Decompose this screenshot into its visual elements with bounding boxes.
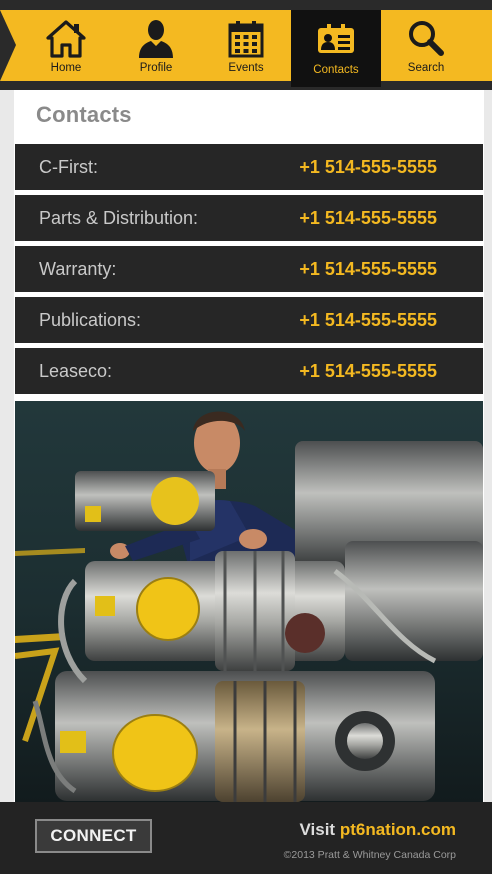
connect-button[interactable]: CONNECT bbox=[35, 819, 152, 853]
contact-name: Parts & Distribution: bbox=[39, 208, 199, 228]
visit-prefix: Visit bbox=[299, 820, 336, 839]
contact-row-leaseco[interactable]: Leaseco: +1 514-555-5555 bbox=[15, 348, 483, 394]
contact-row-warranty[interactable]: Warranty: +1 514-555-5555 bbox=[15, 246, 483, 292]
contact-card-icon bbox=[318, 24, 354, 53]
contact-name: C-First: bbox=[39, 157, 98, 177]
calendar-icon bbox=[228, 21, 264, 58]
contact-name: Warranty: bbox=[39, 259, 117, 279]
nav-label-profile: Profile bbox=[139, 62, 173, 74]
nav-label-events: Events bbox=[228, 62, 264, 74]
contact-phone-link[interactable]: +1 514-555-5555 bbox=[299, 361, 437, 382]
nav-item-contacts[interactable]: Contacts bbox=[291, 10, 381, 87]
contact-phone-link[interactable]: +1 514-555-5555 bbox=[299, 208, 437, 229]
nav-label-home: Home bbox=[50, 62, 82, 74]
nav-item-search[interactable]: Search bbox=[381, 10, 471, 81]
contact-row-c-first[interactable]: C-First: +1 514-555-5555 bbox=[15, 144, 483, 190]
footer: CONNECT Visit pt6nation.com ©2013 Pratt … bbox=[0, 802, 492, 874]
person-icon bbox=[139, 20, 173, 58]
contact-phone-link[interactable]: +1 514-555-5555 bbox=[299, 259, 437, 280]
nav-notch bbox=[0, 10, 16, 81]
engine-illustration bbox=[15, 401, 483, 802]
engine-technician-photo bbox=[15, 401, 483, 802]
contacts-panel: Contacts C-First: +1 514-555-5555 Parts … bbox=[14, 90, 484, 802]
website-link[interactable]: pt6nation.com bbox=[340, 820, 456, 839]
visit-website: Visit pt6nation.com bbox=[300, 820, 457, 840]
nav-label-search: Search bbox=[407, 62, 445, 74]
page-title: Contacts bbox=[36, 102, 132, 127]
home-icon bbox=[46, 20, 86, 58]
contacts-list: C-First: +1 514-555-5555 Parts & Distrib… bbox=[15, 144, 483, 399]
nav-item-home[interactable]: Home bbox=[21, 10, 111, 81]
contact-name: Publications: bbox=[39, 310, 142, 330]
nav-menu: Home Profile Events Contacts Search bbox=[21, 10, 492, 87]
contact-phone-link[interactable]: +1 514-555-5555 bbox=[299, 157, 437, 178]
search-icon bbox=[409, 21, 444, 56]
contact-row-publications[interactable]: Publications: +1 514-555-5555 bbox=[15, 297, 483, 343]
copyright-text: ©2013 Pratt & Whitney Canada Corp bbox=[283, 849, 456, 861]
contact-phone-link[interactable]: +1 514-555-5555 bbox=[299, 310, 437, 331]
contact-name: Leaseco: bbox=[39, 361, 113, 381]
top-navigation-bar: Home Profile Events Contacts Search bbox=[0, 0, 492, 90]
nav-label-contacts: Contacts bbox=[313, 64, 359, 76]
nav-item-profile[interactable]: Profile bbox=[111, 10, 201, 81]
nav-item-events[interactable]: Events bbox=[201, 10, 291, 81]
contact-row-parts-distribution[interactable]: Parts & Distribution: +1 514-555-5555 bbox=[15, 195, 483, 241]
